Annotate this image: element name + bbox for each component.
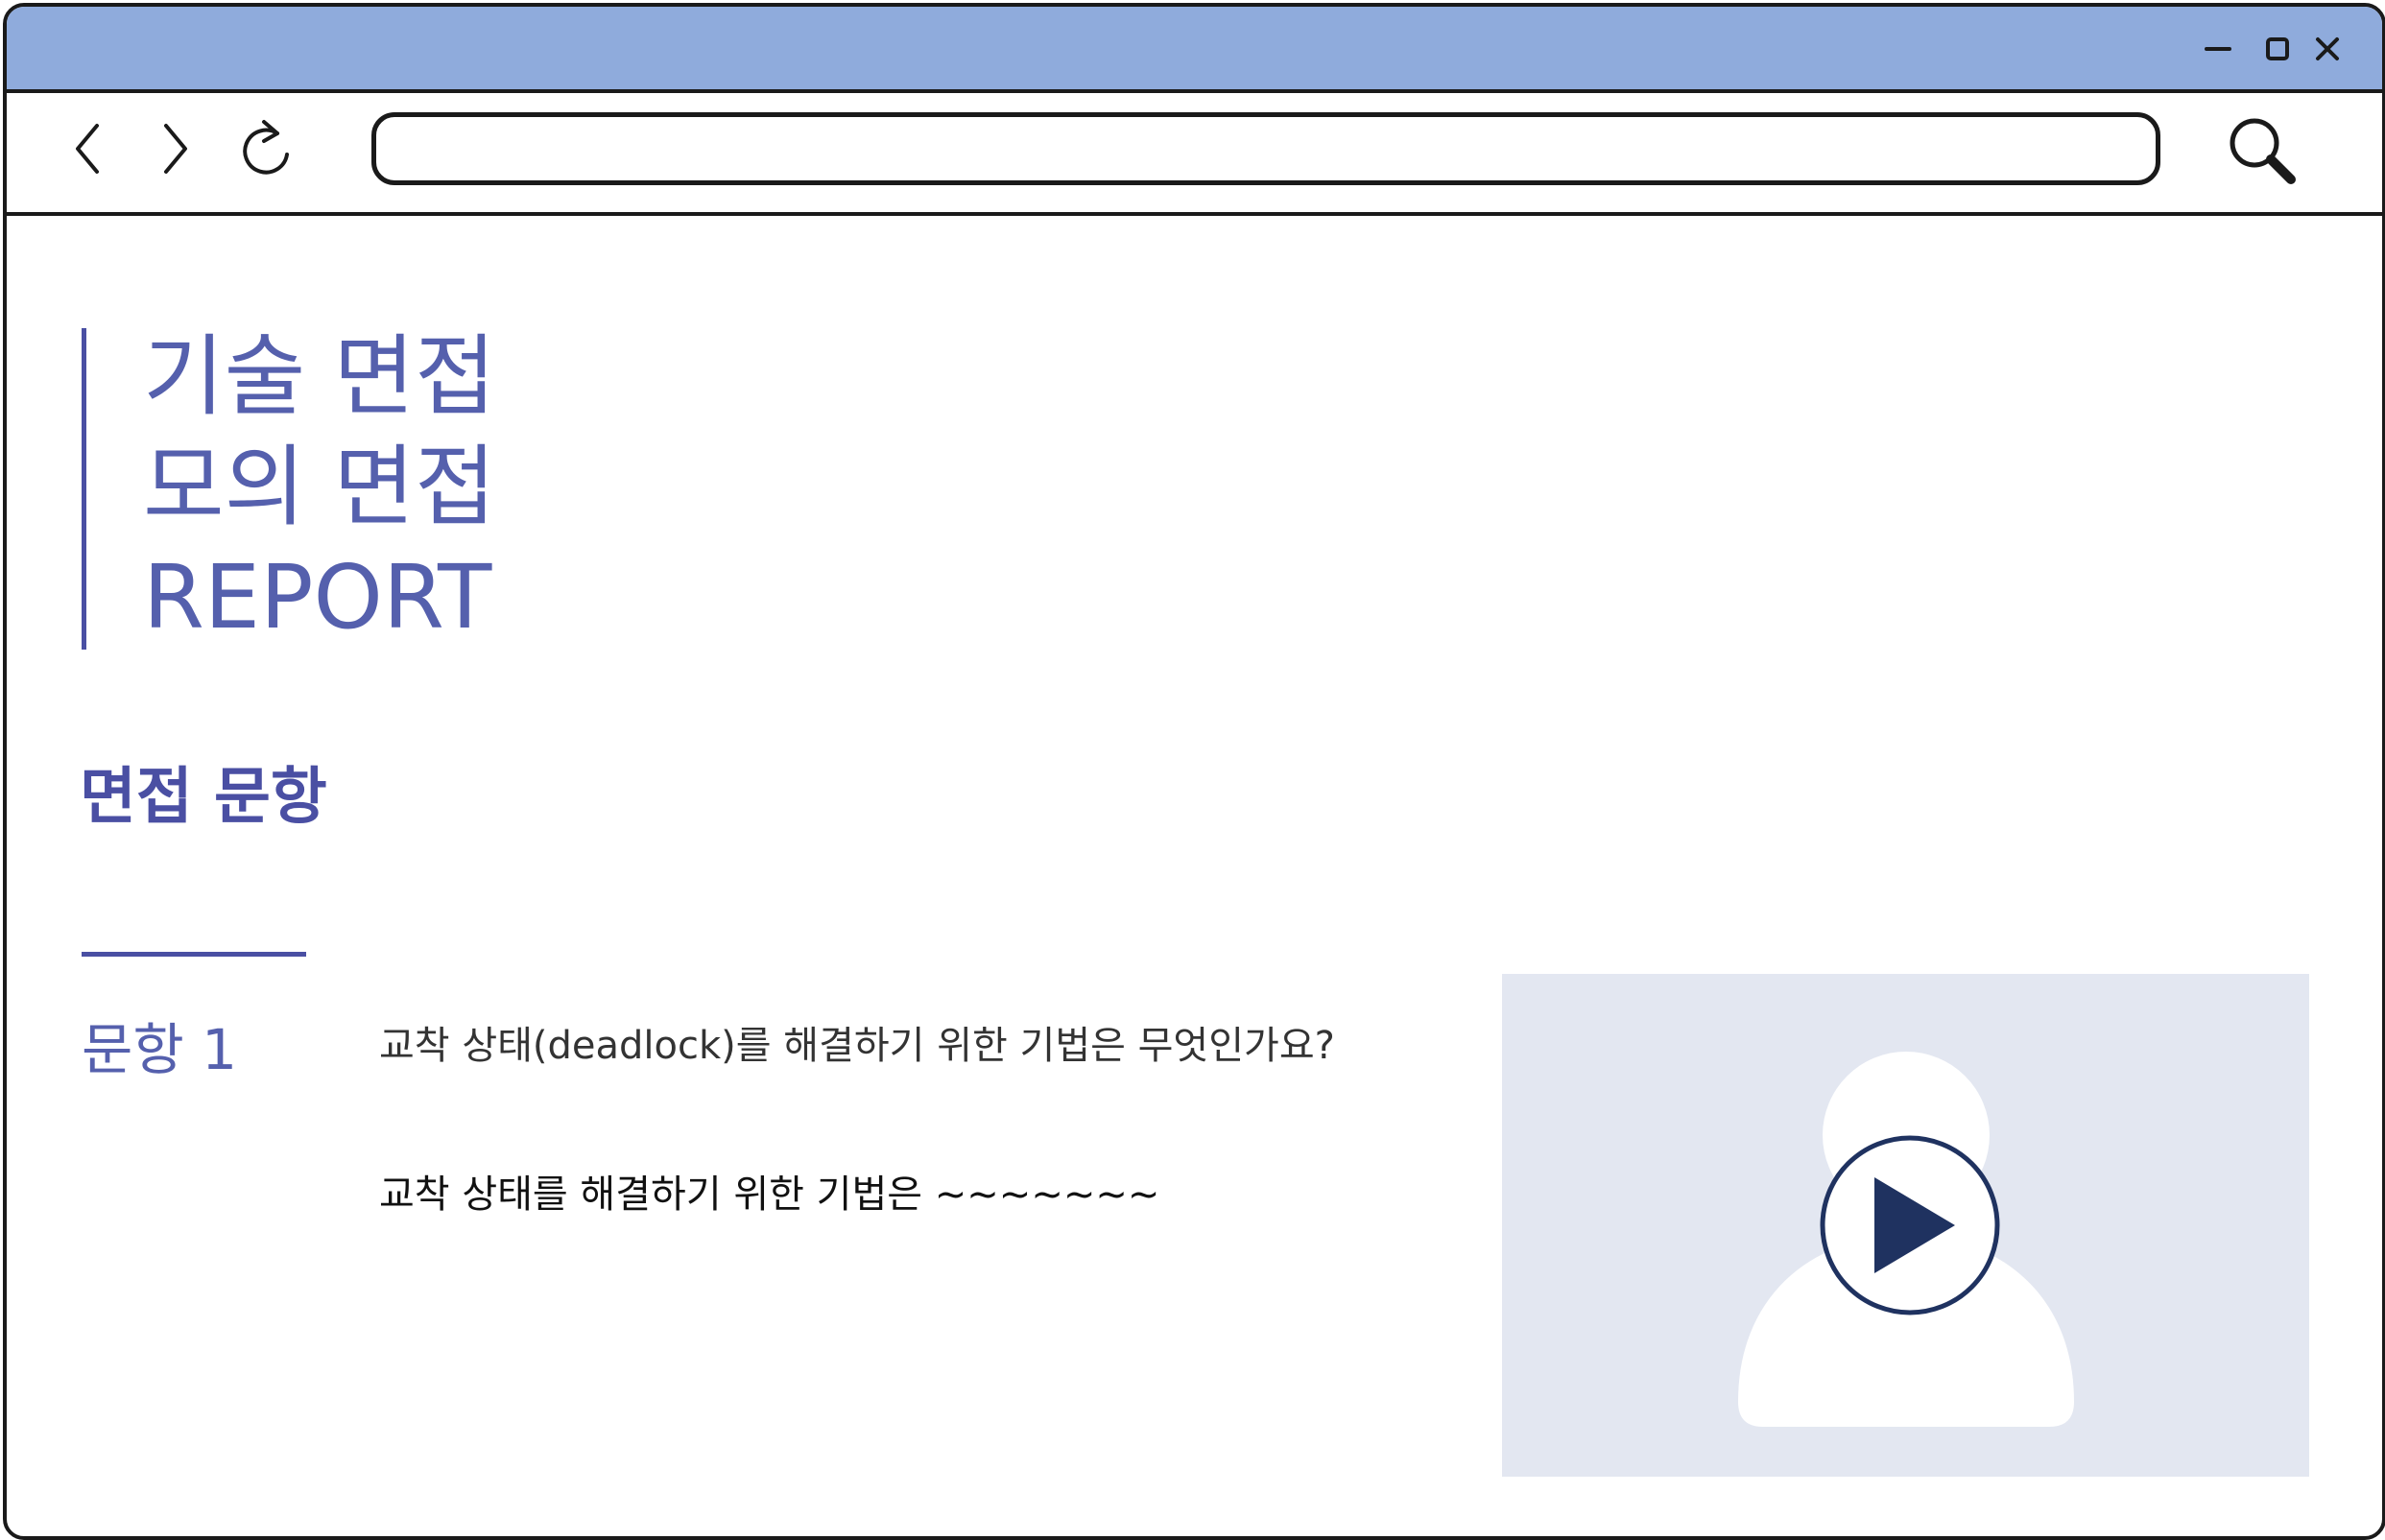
question-text: 교착 상태(deadlock)를 해결하기 위한 기법은 무엇인가요? <box>379 1024 1335 1068</box>
browser-window: 기술 면접 모의 면접 REPORT 면접 문항 문항 1 교착 상태(dead… <box>3 3 2385 1540</box>
answer-text: 교착 상태를 해결하기 위한 기법은 ~~~~~~~ <box>379 1173 1160 1217</box>
report-title-line-2: 모의 면접 <box>143 436 496 538</box>
title-accent-line <box>82 328 86 650</box>
search-icon <box>2230 118 2296 184</box>
navigation-bar <box>7 93 2382 216</box>
maximize-button[interactable] <box>2256 28 2299 70</box>
video-player[interactable] <box>1502 974 2309 1477</box>
close-icon <box>2316 37 2339 60</box>
report-title-line-1: 기술 면접 <box>143 325 496 428</box>
play-button[interactable] <box>1820 1135 2000 1315</box>
chevron-right-icon <box>164 124 187 174</box>
reload-icon <box>243 120 289 175</box>
title-bar <box>7 7 2382 93</box>
maximize-icon <box>2266 37 2289 60</box>
minimize-icon <box>2205 47 2231 51</box>
report-title-line-3: REPORT <box>143 546 492 649</box>
question-label: 문항 1 <box>82 1017 238 1082</box>
section-title: 면접 문항 <box>80 762 327 833</box>
forward-button[interactable] <box>145 118 206 179</box>
minimize-button[interactable] <box>2197 28 2239 70</box>
chevron-left-icon <box>76 124 99 174</box>
report-title: 기술 면접 모의 면접 REPORT <box>143 321 496 652</box>
reload-button[interactable] <box>237 118 298 179</box>
question-divider <box>82 952 306 957</box>
back-button[interactable] <box>57 118 118 179</box>
close-button[interactable] <box>2306 28 2349 70</box>
address-bar[interactable] <box>371 112 2160 185</box>
search-button[interactable] <box>2224 112 2301 189</box>
